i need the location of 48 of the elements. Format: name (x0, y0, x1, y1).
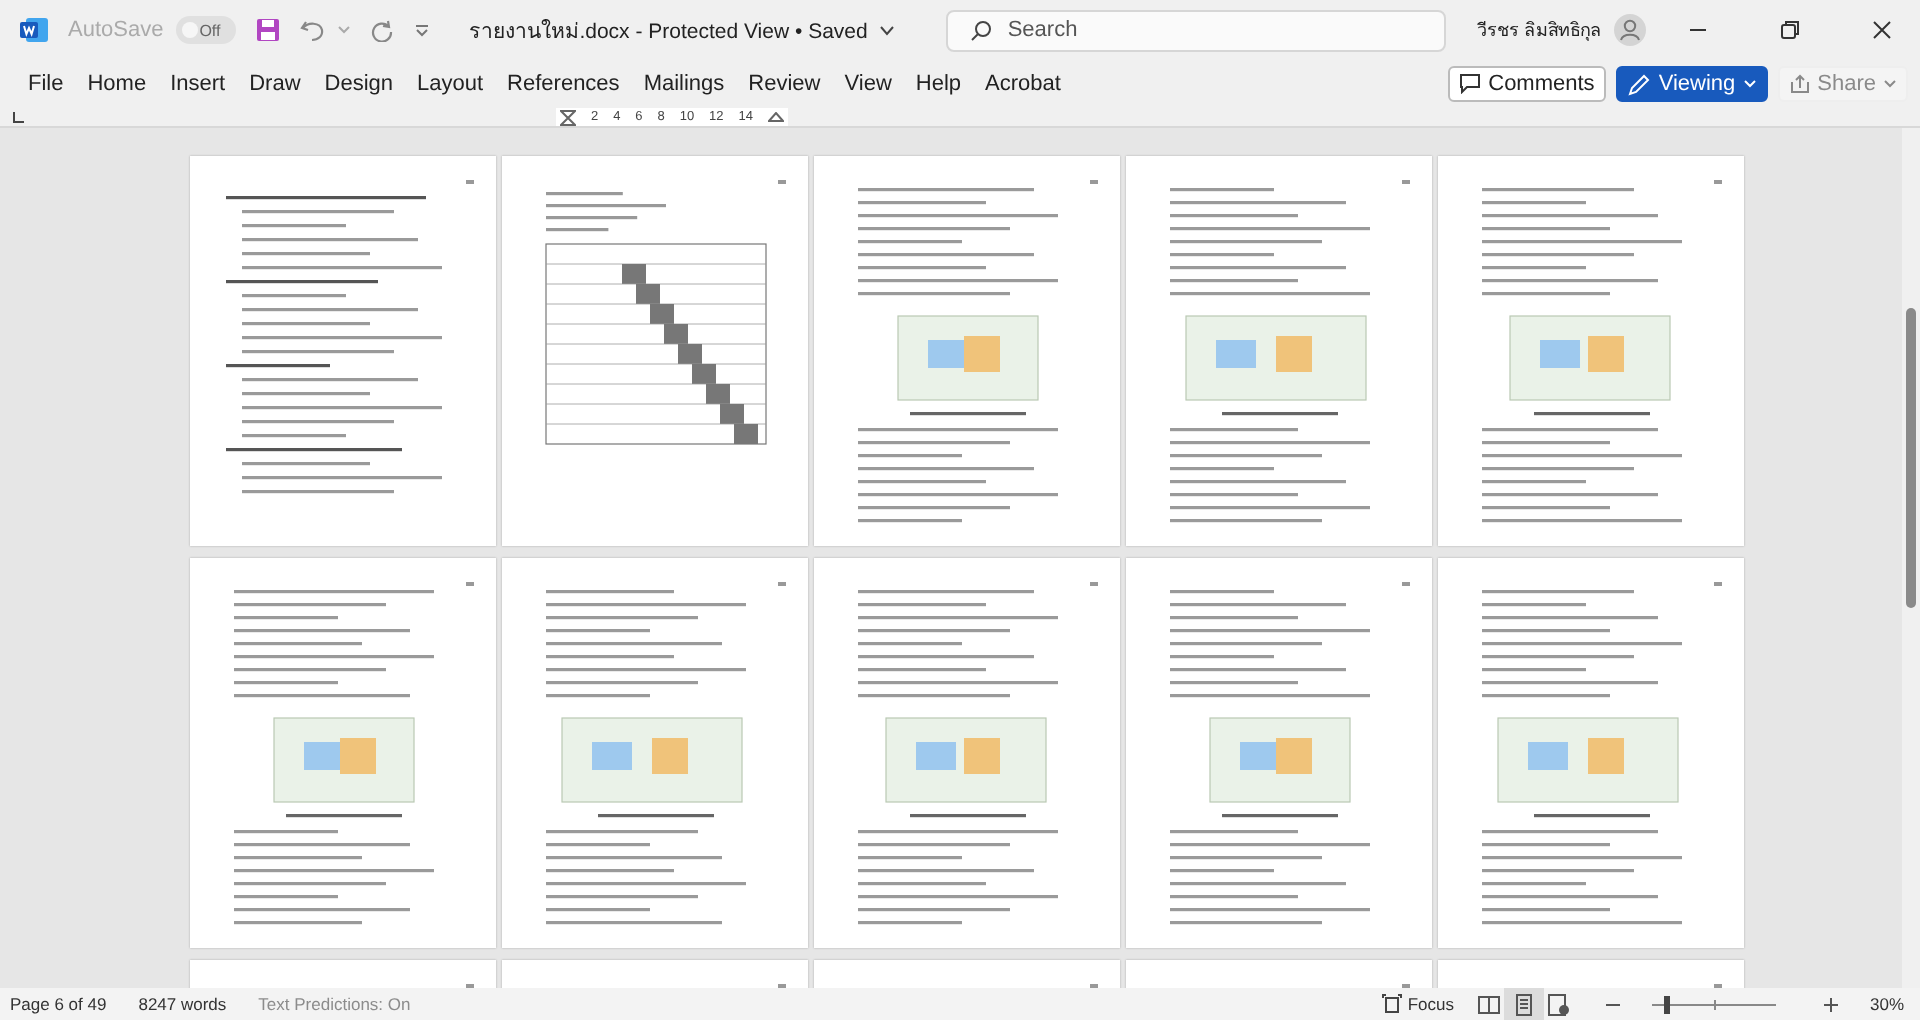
ribbon-tab[interactable]: Home (75, 68, 159, 100)
redo-icon[interactable] (369, 18, 394, 42)
web-page-icon (1547, 993, 1570, 1015)
zoom-in-button[interactable] (1823, 997, 1838, 1011)
autosave-label: AutoSave (68, 18, 164, 42)
save-icon[interactable] (255, 18, 280, 42)
vertical-scrollbar[interactable] (1902, 128, 1920, 988)
tab-selector-icon[interactable] (12, 112, 24, 124)
comments-button[interactable]: Comments (1448, 66, 1607, 102)
chevron-down-icon[interactable] (879, 25, 894, 35)
share-icon (1789, 74, 1810, 94)
ribbon-tab[interactable]: Layout (405, 68, 496, 100)
user-name[interactable]: วีรชร ลิมสิทธิกุล (1476, 16, 1602, 44)
search-icon (969, 19, 992, 41)
avatar-icon[interactable] (1614, 14, 1646, 46)
zoom-level[interactable]: 30% (1869, 994, 1904, 1014)
book-icon (1477, 995, 1500, 1013)
ribbon-tab[interactable]: Draw (237, 68, 313, 100)
viewing-mode-button[interactable]: Viewing (1616, 66, 1768, 102)
comment-icon (1460, 74, 1481, 94)
focus-button[interactable]: Focus (1381, 994, 1454, 1014)
ribbon-tab[interactable]: File (16, 68, 76, 100)
pen-icon (1628, 73, 1651, 95)
word-logo-icon (20, 16, 48, 44)
print-layout-button[interactable] (1503, 988, 1544, 1020)
autosave-toggle[interactable]: Off (175, 16, 236, 44)
word-count[interactable]: 8247 words (138, 994, 227, 1014)
customize-toolbar-icon[interactable] (413, 22, 430, 38)
ribbon-tab[interactable]: Acrobat (973, 68, 1073, 100)
close-icon[interactable] (1872, 20, 1892, 40)
restore-icon[interactable] (1780, 20, 1800, 40)
ribbon-tab[interactable]: Help (903, 68, 974, 100)
chevron-down-icon (1884, 80, 1896, 88)
ribbon-tab[interactable]: View (832, 68, 904, 100)
page-count[interactable]: Page 6 of 49 (10, 994, 107, 1014)
undo-icon[interactable] (299, 18, 326, 42)
focus-icon (1381, 994, 1402, 1014)
ribbon-tab[interactable]: Insert (158, 68, 238, 100)
zoom-slider-thumb[interactable] (1664, 995, 1671, 1013)
document-title[interactable]: รายงานใหม่.docx - Protected View • Saved (469, 13, 868, 47)
ribbon-tab[interactable]: Review (736, 68, 833, 100)
chevron-down-icon (1743, 80, 1756, 88)
ribbon-tab[interactable]: Mailings (631, 68, 737, 100)
right-indent-marker-icon[interactable] (767, 112, 784, 122)
page-icon (1515, 993, 1532, 1015)
search-field[interactable]: Search (945, 9, 1446, 51)
ribbon-tab[interactable]: References (495, 68, 632, 100)
ribbon-tab[interactable]: Design (312, 68, 406, 100)
